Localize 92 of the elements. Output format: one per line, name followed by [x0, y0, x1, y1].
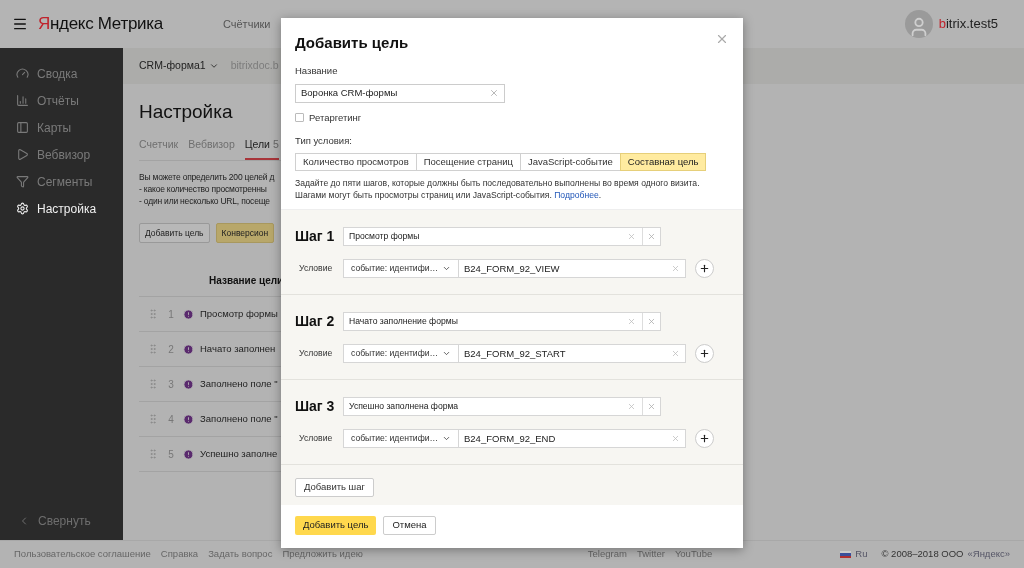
- more-link[interactable]: Подробнее: [554, 189, 599, 200]
- tab[interactable]: Цели 5: [244, 136, 279, 161]
- row-number: 4: [167, 412, 175, 427]
- drag-handle-icon[interactable]: [147, 343, 159, 356]
- condition-type-select[interactable]: событие: идентифи…: [343, 259, 459, 279]
- play-icon: [16, 148, 29, 161]
- drag-handle-icon[interactable]: [147, 308, 159, 321]
- condition-type-select[interactable]: событие: идентифи…: [343, 344, 459, 364]
- goal-name[interactable]: Просмотр формы: [200, 307, 278, 322]
- clear-icon[interactable]: [489, 88, 499, 99]
- step-title: Шаг 2: [295, 312, 336, 332]
- step-title: Шаг 1: [295, 227, 336, 247]
- close-icon: [647, 232, 656, 242]
- alert-icon: [183, 343, 194, 355]
- conversion-button[interactable]: Конверсион: [215, 223, 275, 244]
- add-condition-button[interactable]: [695, 429, 714, 449]
- user-name[interactable]: bitrix.test5: [938, 14, 998, 34]
- help-text: Задайте до пяти шагов, которые должны быть последовательно выполнены во время одного визита. Шагами могут быть просмотры страниц или JavaScript-события. Подробнее.: [295, 178, 701, 202]
- dialog-title: Добавить цель: [295, 33, 409, 53]
- row-number: 5: [167, 447, 175, 462]
- layout-icon: [16, 121, 29, 134]
- company-link[interactable]: «Яндекс»: [967, 547, 1010, 562]
- gauge-icon: [16, 67, 29, 80]
- event-id-field[interactable]: B24_FORM_92_START: [459, 344, 686, 364]
- add-step-button[interactable]: Добавить шаг: [295, 477, 374, 497]
- menu-icon[interactable]: [12, 16, 28, 32]
- row-number: 3: [167, 377, 175, 392]
- clear-icon[interactable]: [671, 264, 680, 274]
- event-id-field[interactable]: B24_FORM_92_END: [459, 429, 686, 449]
- clear-icon[interactable]: [627, 317, 636, 327]
- condition-type-tab[interactable]: JavaScript-событие: [519, 153, 621, 172]
- language-link[interactable]: Ru: [855, 547, 868, 562]
- drag-handle-icon[interactable]: [147, 378, 159, 391]
- alert-icon: [183, 308, 194, 320]
- goal-name[interactable]: Заполнено поле ": [200, 377, 278, 392]
- condition-type-tab[interactable]: Посещение страниц: [415, 153, 521, 172]
- intro-text: - какое количество просмотренны: [139, 183, 267, 196]
- add-condition-button[interactable]: [695, 259, 714, 279]
- avatar[interactable]: [904, 10, 933, 38]
- clear-icon[interactable]: [627, 232, 636, 242]
- name-field[interactable]: Воронка CRM-формы: [295, 83, 505, 103]
- nav-link[interactable]: Счётчики: [222, 15, 271, 33]
- page-title: Настройка: [139, 100, 234, 124]
- plus-icon: [699, 433, 710, 445]
- add-goal-button[interactable]: Добавить цель: [139, 223, 210, 244]
- submit-button[interactable]: Добавить цель: [295, 516, 377, 535]
- alert-icon: [183, 413, 194, 425]
- filter-icon: [16, 175, 29, 188]
- close-icon: [647, 402, 656, 412]
- close-icon: [647, 317, 656, 327]
- chevron-down-icon: [208, 61, 219, 71]
- clear-icon[interactable]: [671, 349, 680, 359]
- retargeting-checkbox[interactable]: [295, 113, 304, 123]
- drag-handle-icon[interactable]: [147, 448, 159, 461]
- flag-icon: [840, 551, 852, 558]
- step-name-field[interactable]: Начато заполнение формы: [343, 312, 661, 332]
- plus-icon: [699, 263, 710, 275]
- step-name-field[interactable]: Успешно заполнена форма: [343, 397, 661, 417]
- condition-type-tab[interactable]: Составная цель: [619, 153, 707, 172]
- event-id-field[interactable]: B24_FORM_92_VIEW: [459, 259, 686, 279]
- add-condition-button[interactable]: [695, 344, 714, 364]
- goal-name[interactable]: Успешно заполне: [200, 447, 278, 462]
- step-name-field[interactable]: Просмотр формы: [343, 227, 661, 247]
- step-title: Шаг 3: [295, 397, 336, 417]
- settings-icon: [16, 202, 29, 215]
- retargeting-label[interactable]: Ретаргетинг: [309, 110, 362, 125]
- alert-icon: [183, 448, 194, 460]
- counter-selector[interactable]: CRM-форма1: [139, 58, 219, 74]
- logo[interactable]: Яндекс Метрика: [38, 11, 163, 37]
- name-label: Название: [295, 63, 339, 78]
- sidebar-item[interactable]: Настройка: [0, 195, 123, 222]
- clear-icon[interactable]: [627, 402, 636, 412]
- drag-handle-icon[interactable]: [147, 413, 159, 426]
- bar-chart-icon: [16, 94, 29, 107]
- intro-text: - один или несколько URL, посеще: [139, 195, 270, 208]
- plus-icon: [699, 348, 710, 360]
- goal-name[interactable]: Заполнено поле ": [200, 412, 278, 427]
- alert-icon: [183, 378, 194, 390]
- goal-name[interactable]: Начато заполнен: [200, 342, 276, 357]
- cancel-button[interactable]: Отмена: [383, 516, 436, 535]
- row-number: 2: [167, 342, 175, 357]
- close-icon[interactable]: [715, 32, 729, 46]
- intro-text: Вы можете определить 200 целей д: [139, 171, 275, 184]
- condition-label: Условие: [298, 262, 334, 276]
- condition-type-tab[interactable]: Количество просмотров: [295, 153, 417, 172]
- condition-label: Условие: [298, 432, 334, 446]
- clear-icon[interactable]: [671, 434, 680, 444]
- row-number: 1: [167, 307, 175, 322]
- condition-type-label: Тип условия:: [295, 134, 353, 148]
- condition-label: Условие: [298, 347, 334, 361]
- condition-type-select[interactable]: событие: идентифи…: [343, 429, 459, 449]
- copyright: © 2008–2018 ООО: [881, 547, 964, 562]
